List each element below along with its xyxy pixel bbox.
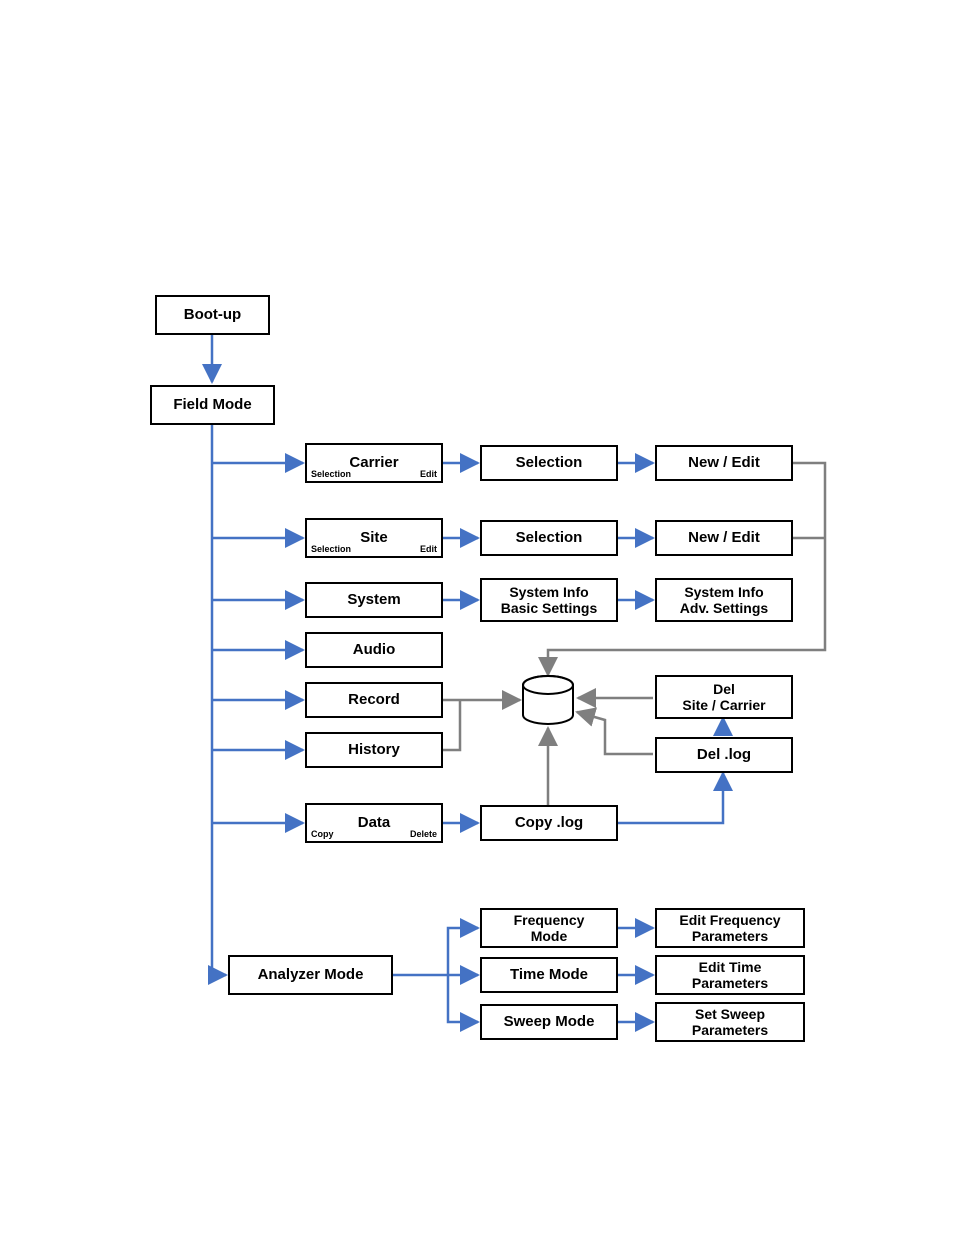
sublabel-right: Edit	[420, 544, 437, 554]
node-system-basic: System InfoBasic Settings	[480, 578, 618, 622]
node-label: Field Mode	[173, 396, 251, 413]
node-system: System	[305, 582, 443, 618]
node-freqmode: FrequencyMode	[480, 908, 618, 948]
node-label: System InfoBasic Settings	[501, 584, 597, 616]
node-sweepmode: Sweep Mode	[480, 1004, 618, 1040]
node-label: System	[347, 591, 400, 608]
node-setsweep: Set SweepParameters	[655, 1002, 805, 1042]
node-timemode: Time Mode	[480, 957, 618, 993]
node-label: Sweep Mode	[504, 1013, 595, 1030]
node-label: Record	[348, 691, 400, 708]
node-site: Site Selection Edit	[305, 518, 443, 558]
node-editfreq: Edit FrequencyParameters	[655, 908, 805, 948]
node-label: System InfoAdv. Settings	[680, 584, 768, 616]
node-system-adv: System InfoAdv. Settings	[655, 578, 793, 622]
node-label: Edit FrequencyParameters	[679, 912, 780, 944]
node-label: DelSite / Carrier	[682, 681, 765, 713]
database-icon	[520, 675, 576, 725]
sublabel-left: Selection	[311, 544, 351, 554]
node-record: Record	[305, 682, 443, 718]
node-label: New / Edit	[688, 529, 760, 546]
sublabel-right: Delete	[410, 829, 437, 839]
node-carrier: Carrier Selection Edit	[305, 443, 443, 483]
sublabel-right: Edit	[420, 469, 437, 479]
node-copylog: Copy .log	[480, 805, 618, 841]
node-label: New / Edit	[688, 454, 760, 471]
node-edittime: Edit TimeParameters	[655, 955, 805, 995]
node-delsite: DelSite / Carrier	[655, 675, 793, 719]
node-bootup: Boot-up	[155, 295, 270, 335]
node-site-selection: Selection	[480, 520, 618, 556]
node-label: Selection	[516, 529, 583, 546]
node-history: History	[305, 732, 443, 768]
node-label: Del .log	[697, 746, 751, 763]
node-label: Time Mode	[510, 966, 588, 983]
node-label: Copy .log	[515, 814, 583, 831]
node-label: Edit TimeParameters	[692, 959, 768, 991]
sublabel-left: Selection	[311, 469, 351, 479]
node-dellog: Del .log	[655, 737, 793, 773]
node-carrier-selection: Selection	[480, 445, 618, 481]
node-data: Data Copy Delete	[305, 803, 443, 843]
node-label: FrequencyMode	[514, 912, 585, 944]
sublabel-left: Copy	[311, 829, 334, 839]
node-analyzer: Analyzer Mode	[228, 955, 393, 995]
node-site-newedit: New / Edit	[655, 520, 793, 556]
node-label: Boot-up	[184, 306, 241, 323]
node-label: History	[348, 741, 400, 758]
node-audio: Audio	[305, 632, 443, 668]
node-carrier-newedit: New / Edit	[655, 445, 793, 481]
node-label: Audio	[353, 641, 396, 658]
flowchart-connectors	[0, 0, 954, 1235]
node-label: Set SweepParameters	[692, 1006, 768, 1038]
node-label: Analyzer Mode	[258, 966, 364, 983]
node-label: Selection	[516, 454, 583, 471]
node-fieldmode: Field Mode	[150, 385, 275, 425]
